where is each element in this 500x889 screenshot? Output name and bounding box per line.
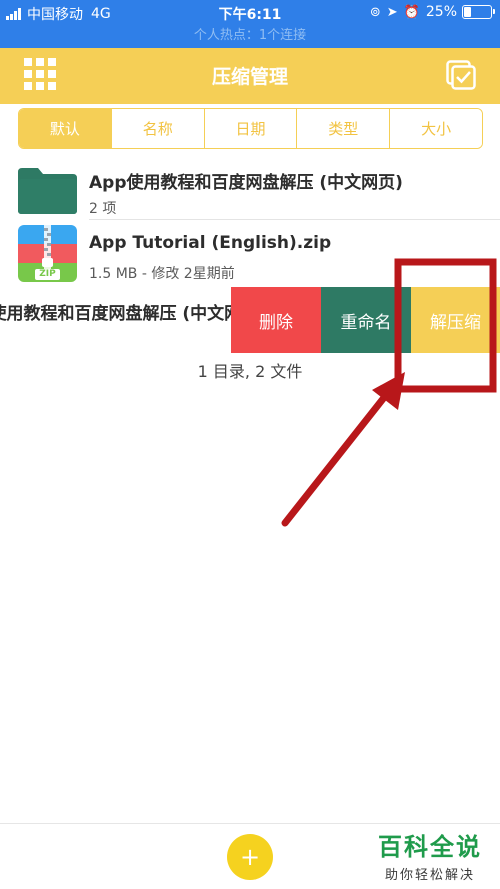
battery-icon (462, 5, 495, 19)
delete-button[interactable]: 删除 (231, 287, 321, 353)
file-title: App Tutorial (English).zip (89, 233, 332, 253)
zip-badge: ZIP (39, 269, 56, 279)
status-right: ⊚ ➤ ⏰ 25% (369, 4, 495, 20)
sort-tab-name[interactable]: 名称 (111, 109, 205, 148)
status-bar: 中国移动 4G 下午6:11 ⊚ ➤ ⏰ 25% (0, 0, 500, 26)
file-row-zip-swiped[interactable]: App使用教程和百度网盘解压 (中文网页).zip 删除 重命名 解压缩 (0, 287, 500, 353)
file-subtitle: 1.5 MB - 修改 2星期前 (89, 266, 235, 282)
watermark: 百科全说 助你轻松解决 (378, 827, 482, 883)
file-row-folder[interactable]: App使用教程和百度网盘解压 (中文网页) 2 项 (0, 156, 500, 220)
arrow-shaft (281, 386, 394, 527)
watermark-subtitle: 助你轻松解决 (384, 868, 475, 883)
sort-tab-size[interactable]: 大小 (390, 109, 482, 148)
row-divider (89, 219, 500, 220)
sort-tab-type[interactable]: 类型 (297, 109, 391, 148)
alarm-icon: ⏰ (403, 4, 420, 20)
multi-select-icon[interactable] (446, 60, 476, 90)
folder-icon (18, 168, 77, 214)
sort-tab-date[interactable]: 日期 (204, 109, 298, 148)
nav-bar: 压缩管理 (0, 48, 500, 104)
lock-rotation-icon: ⊚ (369, 4, 381, 20)
file-title: App使用教程和百度网盘解压 (中文网页) (89, 173, 403, 193)
rename-button[interactable]: 重命名 (321, 287, 411, 353)
extract-button[interactable]: 解压缩 (411, 287, 500, 353)
sort-segmented-control: 默认 名称 日期 类型 大小 (18, 108, 483, 149)
file-row-zip[interactable]: ZIP App Tutorial (English).zip 1.5 MB - … (0, 221, 500, 285)
add-button[interactable]: + (227, 834, 273, 880)
battery-percent: 25% (425, 4, 457, 20)
zip-file-icon: ZIP (18, 225, 77, 282)
file-subtitle: 2 项 (89, 201, 117, 217)
hotspot-banner[interactable]: 个人热点：1个连接 (0, 26, 500, 48)
folder-summary: 1 目录, 2 文件 (197, 362, 303, 381)
page-title: 压缩管理 (211, 66, 288, 88)
sort-tab-default[interactable]: 默认 (19, 109, 112, 148)
location-arrow-icon: ➤ (386, 4, 398, 20)
watermark-title: 百科全说 (378, 833, 482, 861)
